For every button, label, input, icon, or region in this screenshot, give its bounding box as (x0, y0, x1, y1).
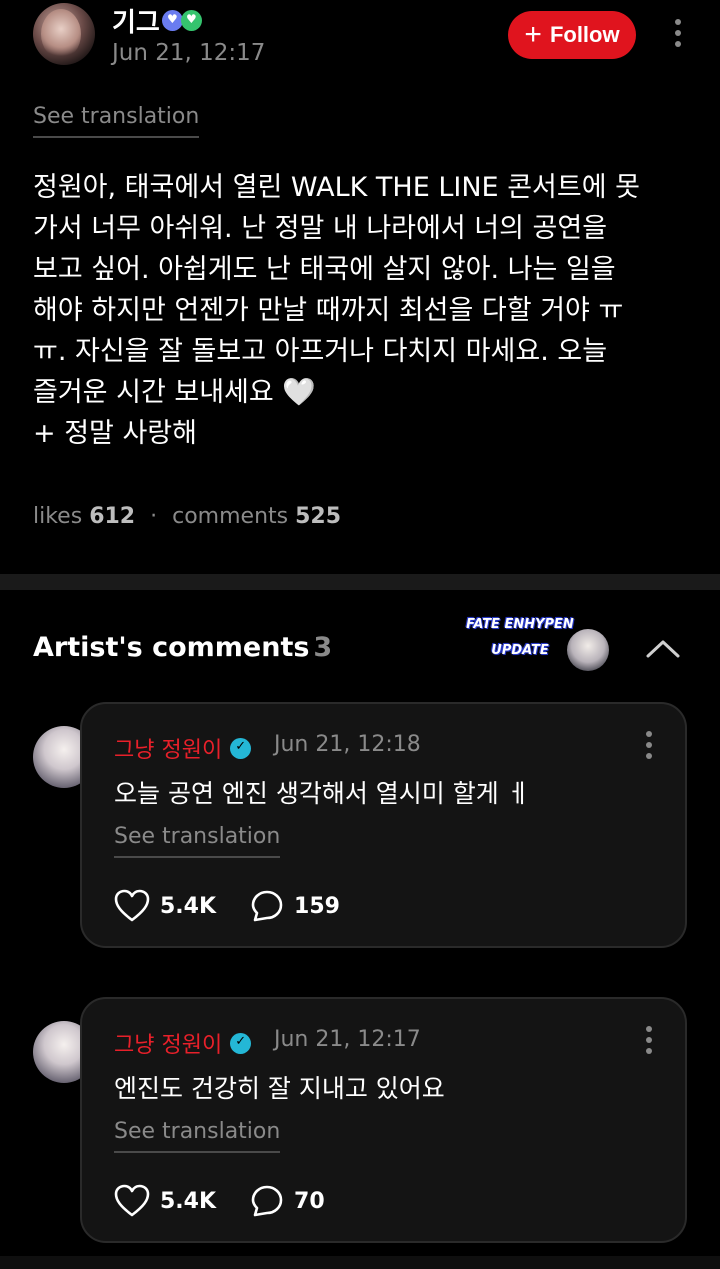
verified-icon (230, 1032, 252, 1054)
comment-timestamp: Jun 21, 12:18 (274, 732, 421, 757)
artist-name-row[interactable]: 그냥 정원이 (114, 732, 252, 764)
watermark-line-2: UPDATE (491, 643, 549, 658)
artist-comment-card: 그냥 정원이 Jun 21, 12:18 오늘 공연 엔진 생각해서 열시미 할… (80, 702, 687, 948)
artist-name-row[interactable]: 그냥 정원이 (114, 1027, 252, 1059)
post: 기그 Jun 21, 12:17 + Follow See translatio… (0, 0, 720, 574)
post-timestamp: Jun 21, 12:17 (112, 40, 266, 66)
comment-bubble-icon[interactable] (250, 889, 284, 923)
see-translation-link[interactable]: See translation (114, 1119, 281, 1153)
heart-icon[interactable] (114, 889, 150, 923)
watermark-line-1: FATE ENHYPEN (466, 617, 574, 632)
follow-label: Follow (549, 22, 620, 47)
comment-timestamp: Jun 21, 12:17 (274, 1027, 421, 1052)
author-name[interactable]: 기그 (112, 2, 160, 39)
artist-comments-count: 3 (313, 632, 333, 663)
post-stats: likes 612 · comments 525 (33, 504, 342, 529)
reply-count: 70 (294, 1188, 325, 1214)
see-translation-link[interactable]: See translation (114, 824, 281, 858)
reply-count: 159 (294, 893, 340, 919)
artist-comments-header: Artist's comments 3 (33, 632, 332, 663)
heart-icon[interactable] (114, 1184, 150, 1218)
like-count: 5.4K (160, 893, 217, 919)
post-body: 정원아, 태국에서 열린 WALK THE LINE 콘서트에 못 가서 너무 … (33, 172, 640, 449)
follow-button[interactable]: + Follow (508, 11, 636, 59)
comment-text: 오늘 공연 엔진 생각해서 열시미 할게 ㅔ (114, 779, 530, 808)
comment-actions: 5.4K 70 (114, 1184, 325, 1218)
heart-badge-icon (180, 10, 202, 31)
watermark-text: FATE ENHYPEN UPDATE (462, 612, 578, 664)
author-avatar[interactable] (33, 3, 95, 65)
more-vertical-icon[interactable] (668, 19, 688, 47)
bottom-edge (0, 1256, 720, 1269)
watermark-avatar (567, 629, 609, 671)
more-vertical-icon[interactable] (639, 731, 659, 759)
artist-comments-title: Artist's comments (33, 632, 310, 663)
section-divider (0, 574, 720, 590)
verified-icon (230, 737, 252, 759)
comments-label[interactable]: comments (172, 504, 288, 529)
likes-count: 612 (89, 504, 136, 529)
heart-badge-icon (161, 10, 183, 31)
more-vertical-icon[interactable] (639, 1026, 659, 1054)
plus-icon: + (524, 18, 542, 51)
artist-name[interactable]: 그냥 정원이 (114, 732, 222, 764)
like-count: 5.4K (160, 1188, 217, 1214)
comment-bubble-icon[interactable] (250, 1184, 284, 1218)
see-translation-link[interactable]: See translation (33, 104, 200, 138)
author-name-row[interactable]: 기그 (112, 2, 202, 39)
artist-name[interactable]: 그냥 정원이 (114, 1027, 222, 1059)
likes-label: likes (33, 504, 83, 529)
comment-text: 엔진도 건강히 잘 지내고 있어요 (114, 1074, 445, 1103)
chevron-up-icon[interactable] (646, 636, 680, 660)
comments-count[interactable]: 525 (295, 504, 341, 529)
artist-comment-card: 그냥 정원이 Jun 21, 12:17 엔진도 건강히 잘 지내고 있어요 S… (80, 997, 687, 1243)
comment-actions: 5.4K 159 (114, 889, 340, 923)
